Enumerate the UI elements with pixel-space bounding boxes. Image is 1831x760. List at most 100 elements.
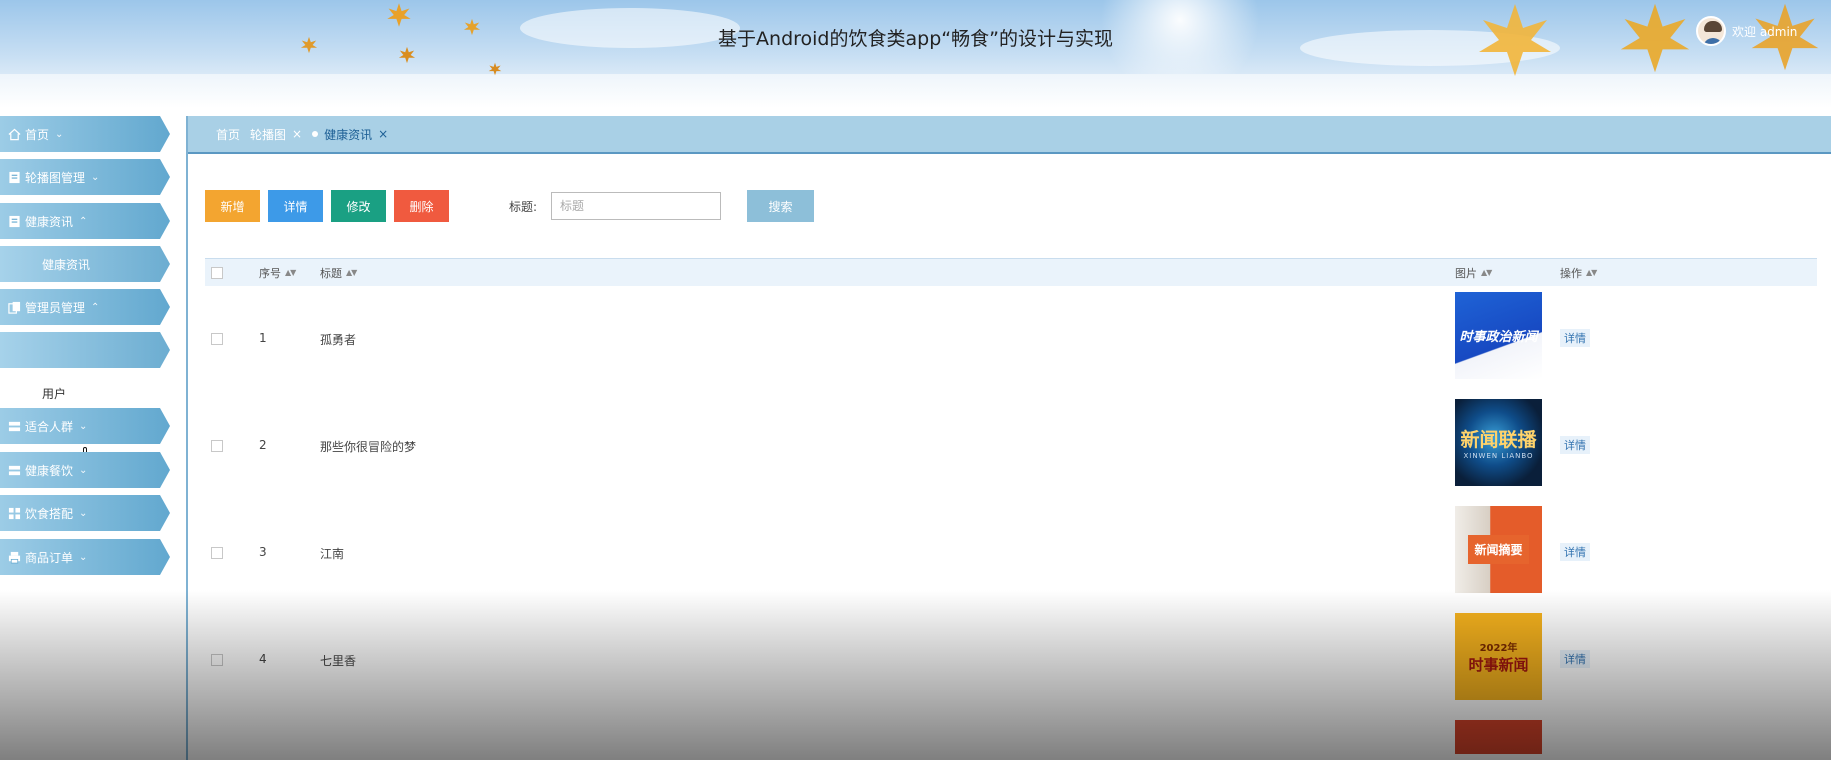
tab-carousel[interactable]: 轮播图 × (250, 126, 302, 143)
search-input[interactable] (551, 192, 722, 220)
thumbnail-subtext: XINWEN LIANBO (1463, 452, 1534, 460)
row-detail-button[interactable]: 详情 (1560, 329, 1590, 347)
table-row[interactable]: 2 那些你很冒险的梦 新闻联播 XINWEN LIANBO 详情 (205, 393, 1817, 500)
sidebar-subitem-user[interactable]: 用户 (42, 385, 66, 402)
sidebar-item-orders[interactable]: 商品订单 ⌄ (0, 539, 170, 575)
sidebar-item-label: 首页 (25, 127, 50, 142)
sidebar-item-label: 健康资讯 (42, 257, 91, 272)
sidebar-item-label: 管理员管理 (25, 300, 86, 315)
sidebar-item-label: 饮食搭配 (25, 506, 74, 521)
tab-bar: 首页 轮播图 × 健康资讯 × (188, 116, 1831, 154)
sidebar-item-health-news[interactable]: 健康资讯 ⌃ (0, 203, 170, 239)
chevron-down-icon: ⌄ (79, 507, 88, 519)
sidebar-subitem-admin[interactable] (0, 332, 170, 368)
chevron-down-icon: ⌄ (79, 464, 88, 476)
active-dot-icon (312, 131, 319, 137)
sort-icon: ▲▼ (1481, 268, 1492, 277)
thumbnail-text: 新闻摘要 (1468, 535, 1529, 564)
tab-label: 健康资讯 (324, 127, 373, 142)
select-all-checkbox[interactable] (211, 266, 223, 279)
table-row[interactable]: 3 江南 新闻摘要 详情 (205, 500, 1817, 607)
row-number: 3 (259, 545, 267, 559)
row-checkbox[interactable] (211, 547, 223, 559)
thumbnail-text: 新闻联播 (1460, 429, 1537, 451)
sidebar-subitem-health-news[interactable]: 健康资讯 (0, 246, 170, 282)
add-button[interactable]: 新增 (205, 190, 260, 222)
table-row[interactable]: 1 孤勇者 时事政治新闻 详情 (205, 286, 1817, 393)
doc-icon (8, 215, 21, 228)
user-menu[interactable]: 欢迎 admin (1696, 16, 1797, 46)
chevron-down-icon: ⌄ (79, 551, 88, 563)
thumbnail-text: 时事政治新闻 (1459, 330, 1538, 345)
edit-button[interactable]: 修改 (331, 190, 386, 222)
sidebar: 首页 ⌄ 轮播图管理 ⌄ 健康资讯 ⌃ 健康资讯 管理员管理 ⌃ 用户 适合人群 (0, 108, 185, 760)
sidebar-item-target-group[interactable]: 适合人群 ⌄ (0, 408, 170, 444)
search-label: 标题: (509, 199, 538, 214)
header-banner: 基于Android的饮食类app“畅食”的设计与实现 欢迎 admin (0, 0, 1831, 108)
detail-button[interactable]: 详情 (268, 190, 323, 222)
news-thumbnail: 时事政治新闻 (1455, 292, 1542, 379)
row-title: 江南 (320, 547, 345, 561)
sidebar-item-healthy-meals[interactable]: 健康餐饮 ⌄ (0, 452, 170, 488)
delete-button[interactable]: 删除 (394, 190, 449, 222)
close-icon[interactable]: × (378, 127, 388, 141)
column-label: 操作 (1560, 266, 1582, 280)
column-label: 序号 (259, 266, 281, 280)
column-header-action[interactable]: 操作 ▲▼ (1560, 265, 1597, 281)
sort-icon: ▲▼ (1586, 268, 1597, 277)
row-checkbox[interactable] (211, 333, 223, 345)
row-detail-button[interactable]: 详情 (1560, 650, 1590, 668)
row-checkbox[interactable] (211, 654, 223, 666)
row-title: 孤勇者 (320, 333, 357, 347)
grid-icon (8, 507, 21, 520)
row-number: 2 (259, 438, 267, 452)
doc-icon (8, 171, 21, 184)
sidebar-item-carousel[interactable]: 轮播图管理 ⌄ (0, 159, 170, 195)
news-thumbnail (1455, 720, 1542, 754)
row-checkbox[interactable] (211, 440, 223, 452)
sidebar-item-label: 健康餐饮 (25, 463, 74, 478)
sidebar-item-label: 商品订单 (25, 550, 74, 565)
toolbar: 新增 详情 修改 删除 标题: 搜索 (205, 190, 815, 222)
tab-home[interactable]: 首页 (216, 126, 240, 143)
row-title: 七里香 (320, 654, 357, 668)
sort-icon: ▲▼ (346, 268, 357, 277)
chevron-down-icon: ⌄ (55, 128, 64, 140)
sidebar-item-label: 轮播图管理 (25, 170, 86, 185)
tab-label: 轮播图 (250, 127, 287, 142)
row-number: 1 (259, 331, 267, 345)
search-button[interactable]: 搜索 (747, 190, 815, 222)
table-header: 序号 ▲▼ 标题 ▲▼ 图片 ▲▼ 操作 ▲▼ (205, 258, 1817, 286)
column-label: 标题 (320, 266, 342, 280)
column-header-title[interactable]: 标题 ▲▼ (320, 265, 357, 281)
close-icon[interactable]: × (292, 127, 302, 141)
sidebar-item-home[interactable]: 首页 ⌄ (0, 116, 170, 152)
maple-leaf-icon (488, 62, 502, 76)
sidebar-item-admin-management[interactable]: 管理员管理 ⌃ (0, 289, 170, 325)
thumbnail-subtext: 2022年 (1479, 642, 1518, 654)
sidebar-item-diet-pairing[interactable]: 饮食搭配 ⌄ (0, 495, 170, 531)
welcome-text: 欢迎 admin (1732, 24, 1798, 39)
home-icon (8, 128, 21, 141)
tab-health-news[interactable]: 健康资讯 × (312, 126, 388, 143)
print-icon (8, 551, 21, 564)
column-header-no[interactable]: 序号 ▲▼ (259, 265, 296, 281)
sidebar-item-label: 适合人群 (25, 419, 74, 434)
table-icon (8, 420, 21, 433)
row-number: 4 (259, 652, 267, 666)
chevron-down-icon: ⌄ (79, 420, 88, 432)
table-icon (8, 464, 21, 477)
chevron-down-icon: ⌄ (91, 171, 100, 183)
table-row[interactable]: 4 七里香 2022年 时事新闻 详情 (205, 607, 1817, 714)
thumbnail-text: 时事新闻 (1468, 655, 1529, 674)
tab-label: 首页 (216, 127, 241, 142)
row-title: 那些你很冒险的梦 (320, 440, 417, 454)
table-row[interactable] (205, 714, 1817, 754)
sort-icon: ▲▼ (285, 268, 296, 277)
avatar[interactable] (1696, 16, 1726, 46)
row-detail-button[interactable]: 详情 (1560, 543, 1590, 561)
site-title: 基于Android的饮食类app“畅食”的设计与实现 (718, 28, 1113, 50)
column-header-image[interactable]: 图片 ▲▼ (1455, 265, 1492, 281)
row-detail-button[interactable]: 详情 (1560, 436, 1590, 454)
chevron-up-icon: ⌃ (91, 301, 100, 313)
